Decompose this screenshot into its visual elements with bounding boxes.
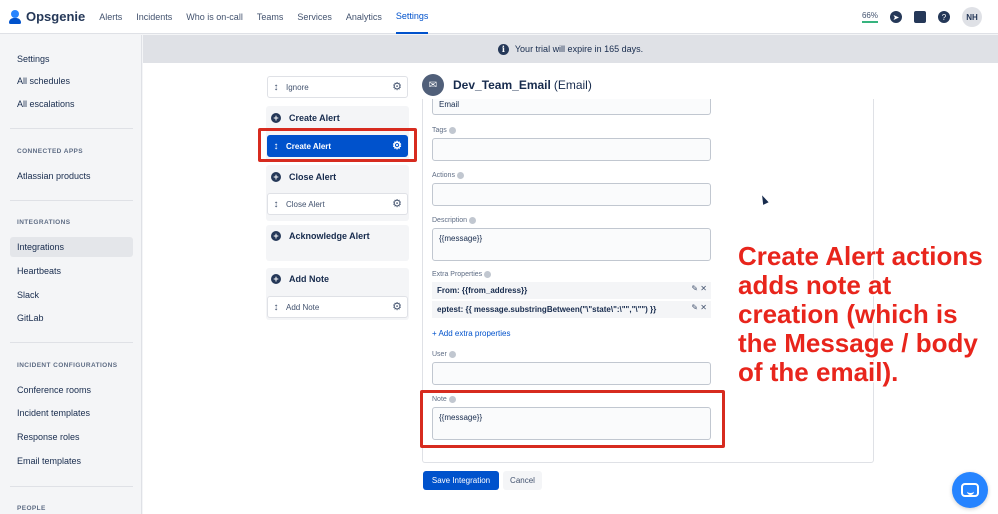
description-input[interactable]: {{message}} bbox=[432, 228, 711, 261]
sidebar-section-connected-apps: CONNECTED APPS bbox=[17, 148, 84, 155]
action-group-header-create-alert[interactable]: + Create Alert bbox=[268, 108, 408, 128]
action-group-label: Acknowledge Alert bbox=[289, 231, 370, 241]
usage-percent[interactable]: 66% bbox=[861, 11, 878, 23]
sidebar-section-people: PEOPLE bbox=[17, 505, 46, 512]
extra-property-value: eptest: {{ message.substringBetween("\"s… bbox=[437, 305, 657, 314]
sidebar-divider bbox=[10, 486, 133, 487]
nav-settings[interactable]: Settings bbox=[395, 0, 429, 34]
add-extra-properties-link[interactable]: + Add extra properties bbox=[432, 329, 511, 338]
opsgenie-logo-icon bbox=[8, 9, 22, 24]
action-row-label: Add Note bbox=[286, 302, 320, 312]
sidebar-item-slack[interactable]: Slack bbox=[10, 285, 133, 305]
extra-property-value: From: {{from_address}} bbox=[437, 286, 528, 295]
nav-incidents[interactable]: Incidents bbox=[136, 0, 172, 34]
tags-label: Tags bbox=[432, 127, 456, 134]
chat-button[interactable] bbox=[952, 472, 988, 508]
description-label: Description bbox=[432, 217, 477, 224]
sidebar-item-all-schedules[interactable]: All schedules bbox=[10, 71, 133, 91]
help-icon[interactable] bbox=[469, 217, 477, 224]
sidebar-divider bbox=[10, 342, 133, 343]
sidebar-item-all-escalations[interactable]: All escalations bbox=[10, 94, 133, 114]
previous-field-input[interactable]: Email bbox=[432, 99, 711, 115]
sidebar-item-email-templates[interactable]: Email templates bbox=[10, 451, 133, 471]
sidebar-divider bbox=[10, 200, 133, 201]
integration-type: (Email) bbox=[553, 78, 592, 92]
integration-name: Dev_Team_Email bbox=[453, 78, 551, 92]
plus-circle-icon[interactable]: + bbox=[271, 231, 281, 241]
nav-alerts[interactable]: Alerts bbox=[99, 0, 122, 34]
action-row-add-note[interactable]: ↕ Add Note ⚙ bbox=[267, 296, 408, 318]
extra-property-row: From: {{from_address}} ✎ ✕ bbox=[432, 282, 711, 299]
trial-banner: i Your trial will expire in 165 days. bbox=[143, 35, 998, 63]
email-icon: ✉ bbox=[422, 74, 444, 96]
highlight-note-field bbox=[420, 390, 725, 448]
drag-handle-icon[interactable]: ↕ bbox=[272, 302, 280, 313]
sidebar-item-integrations[interactable]: Integrations bbox=[10, 237, 133, 257]
action-group-header-close-alert[interactable]: + Close Alert bbox=[268, 167, 408, 187]
plus-circle-icon[interactable]: + bbox=[271, 274, 281, 284]
tags-input[interactable] bbox=[432, 138, 711, 161]
drag-handle-icon[interactable]: ↕ bbox=[272, 82, 280, 93]
action-row-label: Close Alert bbox=[286, 199, 325, 209]
action-group-header-add-note[interactable]: + Add Note bbox=[268, 269, 408, 289]
plus-circle-icon[interactable]: + bbox=[271, 172, 281, 182]
action-row-close-alert[interactable]: ↕ Close Alert ⚙ bbox=[267, 193, 408, 215]
edit-icon[interactable]: ✎ bbox=[691, 303, 698, 312]
cancel-button[interactable]: Cancel bbox=[503, 471, 542, 490]
save-integration-button[interactable]: Save Integration bbox=[423, 471, 499, 490]
actions-input[interactable] bbox=[432, 183, 711, 206]
sidebar-item-heartbeats[interactable]: Heartbeats bbox=[10, 261, 133, 281]
sidebar-title[interactable]: Settings bbox=[10, 49, 133, 69]
top-navigation: Opsgenie Alerts Incidents Who is on-call… bbox=[0, 0, 998, 34]
sidebar-item-response-roles[interactable]: Response roles bbox=[10, 427, 133, 447]
sidebar-section-integrations: INTEGRATIONS bbox=[17, 219, 71, 226]
nav-services[interactable]: Services bbox=[297, 0, 332, 34]
sidebar-section-incident-configurations: INCIDENT CONFIGURATIONS bbox=[17, 362, 118, 369]
sidebar-item-incident-templates[interactable]: Incident templates bbox=[10, 403, 133, 423]
annotation-text: Create Alert actions adds note at creati… bbox=[738, 241, 983, 387]
close-icon[interactable]: ✕ bbox=[700, 284, 707, 293]
gear-icon[interactable]: ⚙ bbox=[392, 300, 402, 314]
edit-icon[interactable]: ✎ bbox=[691, 284, 698, 293]
sidebar-item-conference-rooms[interactable]: Conference rooms bbox=[10, 380, 133, 400]
action-group-label: Close Alert bbox=[289, 172, 337, 182]
plus-circle-icon[interactable]: + bbox=[271, 113, 281, 123]
help-icon[interactable] bbox=[448, 351, 456, 358]
user-label: User bbox=[432, 351, 456, 358]
highlight-create-alert bbox=[258, 128, 417, 162]
avatar[interactable]: NH bbox=[962, 7, 982, 27]
action-group-label: Add Note bbox=[289, 274, 329, 284]
opsgenie-logo[interactable]: Opsgenie bbox=[8, 9, 85, 24]
extra-property-row: eptest: {{ message.substringBetween("\"s… bbox=[432, 301, 711, 318]
action-row-label: Ignore bbox=[286, 82, 309, 92]
drag-handle-icon[interactable]: ↕ bbox=[272, 199, 280, 210]
sidebar-divider bbox=[10, 128, 133, 129]
gear-icon[interactable]: ⚙ bbox=[392, 80, 402, 94]
nav-who-is-on-call[interactable]: Who is on-call bbox=[186, 0, 243, 34]
help-icon[interactable] bbox=[484, 271, 492, 278]
nav-analytics[interactable]: Analytics bbox=[346, 0, 382, 34]
action-group-label: Create Alert bbox=[289, 113, 340, 123]
help-icon[interactable] bbox=[456, 172, 464, 179]
nav-teams[interactable]: Teams bbox=[257, 0, 284, 34]
info-icon: i bbox=[497, 43, 509, 55]
close-icon[interactable]: ✕ bbox=[700, 303, 707, 312]
app-name: Opsgenie bbox=[26, 9, 86, 24]
sidebar-item-atlassian-products[interactable]: Atlassian products bbox=[10, 166, 133, 186]
action-row-ignore[interactable]: ↕ Ignore ⚙ bbox=[267, 76, 408, 98]
sidebar-item-gitlab[interactable]: GitLab bbox=[10, 308, 133, 328]
integration-form-title: ✉ Dev_Team_Email (Email) bbox=[422, 72, 592, 98]
compass-icon[interactable]: ➤ bbox=[890, 11, 902, 23]
actions-label: Actions bbox=[432, 172, 464, 179]
chat-icon bbox=[961, 483, 979, 497]
action-group-header-acknowledge-alert[interactable]: + Acknowledge Alert bbox=[268, 226, 408, 246]
apps-icon[interactable] bbox=[914, 11, 926, 23]
gear-icon[interactable]: ⚙ bbox=[392, 197, 402, 211]
help-icon[interactable] bbox=[448, 127, 456, 134]
help-icon[interactable]: ? bbox=[938, 11, 950, 23]
extra-properties-label: Extra Properties bbox=[432, 271, 492, 278]
trial-banner-text: Your trial will expire in 165 days. bbox=[514, 44, 644, 54]
user-input[interactable] bbox=[432, 362, 711, 385]
